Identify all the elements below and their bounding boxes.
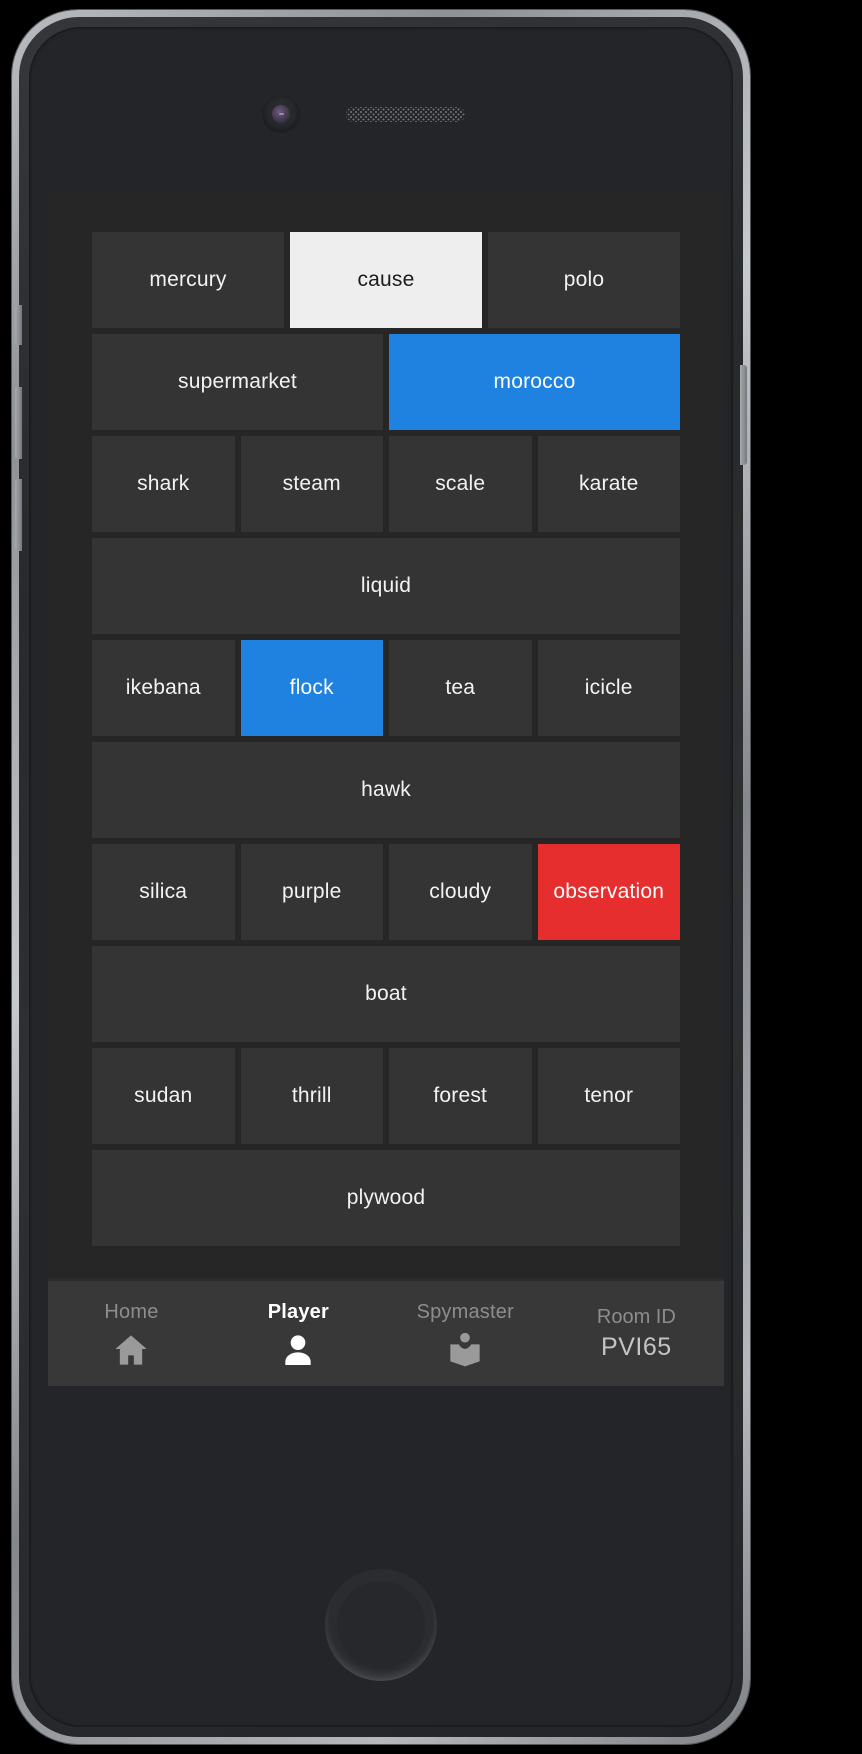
camera-glint [279, 113, 284, 115]
earpiece-speaker-icon [346, 107, 465, 122]
word-card[interactable]: steam [240, 436, 383, 532]
app-screen: mercury cause polo supermarket morocco shark s… [48, 190, 724, 1386]
front-camera-icon [262, 95, 300, 133]
word-card[interactable]: observation [537, 844, 680, 940]
card-row: boat [92, 946, 680, 1042]
card-row: sudan thrill forest tenor [92, 1048, 680, 1144]
word-card[interactable]: tea [389, 640, 532, 736]
word-card[interactable]: karate [537, 436, 680, 532]
bottom-navigation-bar: Home Player Spymaster Room ID PVI65 [48, 1278, 724, 1386]
nav-label-player: Player [267, 1301, 329, 1323]
card-row: mercury cause polo [92, 232, 680, 328]
word-card[interactable]: polo [488, 232, 680, 328]
word-card[interactable]: plywood [92, 1150, 680, 1246]
word-card[interactable]: thrill [240, 1048, 383, 1144]
room-id-display: Room ID PVI65 [549, 1281, 724, 1386]
home-icon [111, 1330, 151, 1370]
card-row: shark steam scale karate [92, 436, 680, 532]
word-card[interactable]: shark [92, 436, 235, 532]
power-button[interactable] [740, 365, 747, 465]
room-id-label: Room ID [596, 1305, 676, 1328]
word-card[interactable]: forest [389, 1048, 532, 1144]
room-id-code: PVI65 [601, 1332, 672, 1361]
word-card[interactable]: boat [92, 946, 680, 1042]
word-card[interactable]: sudan [92, 1048, 235, 1144]
nav-item-player[interactable]: Player [215, 1281, 382, 1386]
word-card[interactable]: silica [92, 844, 235, 940]
nav-label-home: Home [104, 1301, 159, 1323]
card-row: liquid [92, 538, 680, 634]
home-button[interactable] [325, 1569, 437, 1681]
word-card[interactable]: supermarket [92, 334, 383, 430]
word-card[interactable]: flock [240, 640, 383, 736]
volume-up-button[interactable] [15, 387, 22, 459]
word-card[interactable]: tenor [537, 1048, 680, 1144]
word-card[interactable]: cloudy [389, 844, 532, 940]
card-row: ikebana flock tea icicle [92, 640, 680, 736]
silent-switch-button[interactable] [15, 305, 22, 345]
camera-lens [272, 105, 290, 123]
home-button-inner [337, 1581, 425, 1669]
person-icon [278, 1330, 318, 1370]
volume-down-button[interactable] [15, 479, 22, 551]
word-card[interactable]: scale [389, 436, 532, 532]
nav-item-spymaster[interactable]: Spymaster [382, 1281, 549, 1386]
card-row: plywood [92, 1150, 680, 1246]
card-row: hawk [92, 742, 680, 838]
nav-item-home[interactable]: Home [48, 1281, 215, 1386]
word-card[interactable]: morocco [389, 334, 680, 430]
word-card[interactable]: mercury [92, 232, 284, 328]
word-card[interactable]: hawk [92, 742, 680, 838]
nav-label-spymaster: Spymaster [416, 1301, 514, 1323]
word-card[interactable]: icicle [537, 640, 680, 736]
codenames-board: mercury cause polo supermarket morocco shark s… [92, 232, 680, 1252]
word-card[interactable]: liquid [92, 538, 680, 634]
spymaster-icon [445, 1330, 485, 1370]
card-row: supermarket morocco [92, 334, 680, 430]
card-row: silica purple cloudy observation [92, 844, 680, 940]
word-card[interactable]: purple [240, 844, 383, 940]
word-card[interactable]: ikebana [92, 640, 235, 736]
word-card[interactable]: cause [290, 232, 482, 328]
